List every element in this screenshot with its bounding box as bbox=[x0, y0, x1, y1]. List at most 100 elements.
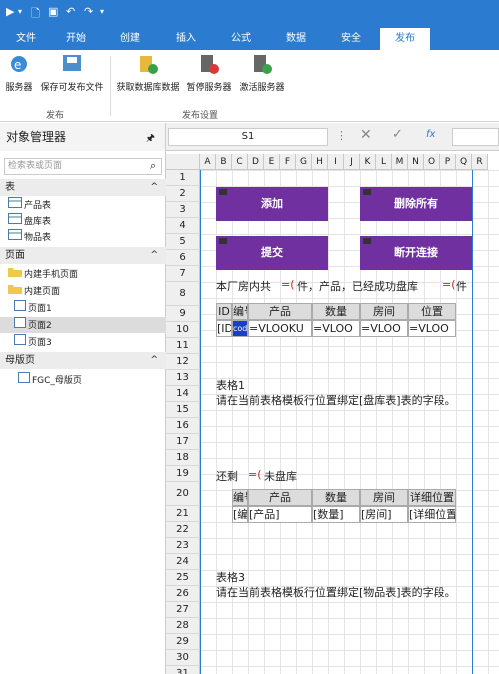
row-header[interactable]: 1 bbox=[166, 170, 200, 186]
search-input[interactable]: 检索表或页面 bbox=[4, 158, 162, 175]
row-header[interactable]: 26 bbox=[166, 586, 200, 602]
activate-server-button[interactable]: 激活服务器 bbox=[236, 52, 288, 93]
column-header[interactable]: H bbox=[312, 154, 328, 170]
page-item-2[interactable]: 页面2 bbox=[0, 317, 166, 333]
row-header[interactable]: 27 bbox=[166, 602, 200, 618]
row-header[interactable]: 31 bbox=[166, 666, 200, 674]
column-header[interactable]: R bbox=[472, 154, 488, 170]
function-icon[interactable]: fx bbox=[426, 129, 435, 140]
master-pages-section[interactable]: 母版页 ^ bbox=[0, 352, 166, 369]
row-header[interactable]: 22 bbox=[166, 522, 200, 538]
table-item-inventory[interactable]: 盘库表 bbox=[0, 213, 166, 229]
column-header[interactable]: J bbox=[344, 154, 360, 170]
table-item-product[interactable]: 产品表 bbox=[0, 197, 166, 213]
row-header[interactable]: 10 bbox=[166, 322, 200, 338]
row-header[interactable]: 24 bbox=[166, 554, 200, 570]
column-header[interactable]: O bbox=[424, 154, 440, 170]
save-publish-file-button[interactable]: 保存可发布文件 bbox=[37, 52, 107, 93]
pages-section[interactable]: 页面 ^ bbox=[0, 247, 166, 264]
column-header[interactable]: N bbox=[408, 154, 424, 170]
collapse-icon[interactable]: ^ bbox=[150, 352, 158, 369]
table2-data-cell[interactable]: [编 bbox=[232, 506, 248, 523]
table-item-goods[interactable]: 物品表 bbox=[0, 229, 166, 245]
tab-home[interactable]: 开始 bbox=[56, 28, 96, 50]
tab-insert[interactable]: 插入 bbox=[166, 28, 206, 50]
column-header[interactable]: G bbox=[296, 154, 312, 170]
pin-icon[interactable]: 🖈 bbox=[146, 131, 155, 148]
formula-input[interactable] bbox=[452, 128, 499, 146]
table2-data-cell[interactable]: [房间] bbox=[360, 506, 408, 523]
tab-data[interactable]: 数据 bbox=[276, 28, 316, 50]
table1-data-cell[interactable]: =VLOOKU bbox=[248, 320, 312, 337]
column-header[interactable]: C bbox=[232, 154, 248, 170]
delete-all-button[interactable]: 删除所有 bbox=[360, 187, 472, 221]
row-header[interactable]: 23 bbox=[166, 538, 200, 554]
spreadsheet-grid[interactable]: ABCDEFGHIJKLMNOPQR 1 2 3 4 5 6 7 8 9 10 11 12 13 14 15… bbox=[166, 154, 499, 674]
column-header[interactable]: E bbox=[264, 154, 280, 170]
collapse-icon[interactable]: ^ bbox=[150, 179, 158, 196]
column-header[interactable]: P bbox=[440, 154, 456, 170]
row-header[interactable]: 4 bbox=[166, 218, 200, 234]
run-icon[interactable]: ▶ bbox=[6, 5, 14, 18]
table2-data-cell[interactable]: [产品] bbox=[248, 506, 312, 523]
row-header[interactable]: 7 bbox=[166, 266, 200, 282]
tab-security[interactable]: 安全 bbox=[331, 28, 371, 50]
confirm-icon[interactable]: ✓ bbox=[392, 127, 403, 142]
row-header[interactable]: 16 bbox=[166, 418, 200, 434]
row-header[interactable]: 18 bbox=[166, 450, 200, 466]
row-header[interactable]: 28 bbox=[166, 618, 200, 634]
tab-formula[interactable]: 公式 bbox=[221, 28, 261, 50]
redo-icon[interactable]: ↷ bbox=[84, 5, 93, 18]
master-item[interactable]: FGC_母版页 bbox=[0, 372, 166, 388]
row-header[interactable]: 19 bbox=[166, 466, 200, 482]
customize-icon[interactable]: ▾ bbox=[100, 7, 104, 16]
fetch-db-data-button[interactable]: 获取数据库数据 bbox=[114, 52, 182, 93]
column-header[interactable]: I bbox=[328, 154, 344, 170]
row-header[interactable]: 15 bbox=[166, 402, 200, 418]
tab-publish[interactable]: 发布 bbox=[380, 28, 430, 50]
disconnect-button[interactable]: 断开连接 bbox=[360, 236, 472, 270]
page-item-builtin[interactable]: 内建页面 bbox=[0, 283, 166, 299]
column-header[interactable]: L bbox=[376, 154, 392, 170]
row-header[interactable]: 5 bbox=[166, 234, 200, 250]
table1-data-cell[interactable]: cod bbox=[232, 320, 248, 337]
row-header[interactable]: 25 bbox=[166, 570, 200, 586]
column-header[interactable]: A bbox=[200, 154, 216, 170]
row-header[interactable]: 29 bbox=[166, 634, 200, 650]
submit-button[interactable]: 提交 bbox=[216, 236, 328, 270]
pause-server-button[interactable]: 暂停服务器 bbox=[184, 52, 234, 93]
row-header[interactable]: 3 bbox=[166, 202, 200, 218]
row-header[interactable]: 30 bbox=[166, 650, 200, 666]
tables-section[interactable]: 表 ^ bbox=[0, 179, 166, 196]
undo-icon[interactable]: ↶ bbox=[66, 5, 75, 18]
table1-data-cell[interactable]: =VLOO bbox=[408, 320, 456, 337]
table2-data-cell[interactable]: [详细位置 bbox=[408, 506, 456, 523]
row-header[interactable]: 6 bbox=[166, 250, 200, 266]
row-header[interactable]: 8 bbox=[166, 282, 200, 306]
row-header[interactable]: 13 bbox=[166, 370, 200, 386]
column-header[interactable]: Q bbox=[456, 154, 472, 170]
corner-cell[interactable] bbox=[166, 154, 200, 170]
row-header[interactable]: 2 bbox=[166, 186, 200, 202]
cell-reference-box[interactable]: S1 bbox=[168, 128, 328, 146]
column-header[interactable]: B bbox=[216, 154, 232, 170]
server-button[interactable]: e 服务器 bbox=[4, 52, 34, 93]
column-header[interactable]: K bbox=[360, 154, 376, 170]
table1-data-cell[interactable]: =VLOO bbox=[360, 320, 408, 337]
page-item-1[interactable]: 页面1 bbox=[0, 300, 166, 316]
page-item-3[interactable]: 页面3 bbox=[0, 334, 166, 350]
dropdown-icon[interactable]: ▾ bbox=[18, 7, 22, 16]
tab-create[interactable]: 创建 bbox=[110, 28, 150, 50]
table1-data-cell[interactable]: [ID bbox=[216, 320, 232, 337]
column-header[interactable]: F bbox=[280, 154, 296, 170]
column-header[interactable]: D bbox=[248, 154, 264, 170]
table2-data-cell[interactable]: [数量] bbox=[312, 506, 360, 523]
row-header[interactable]: 9 bbox=[166, 306, 200, 322]
add-button[interactable]: 添加 bbox=[216, 187, 328, 221]
row-header[interactable]: 17 bbox=[166, 434, 200, 450]
row-header[interactable]: 12 bbox=[166, 354, 200, 370]
search-icon[interactable]: ⌕ bbox=[150, 159, 156, 173]
row-header[interactable]: 14 bbox=[166, 386, 200, 402]
row-header[interactable]: 21 bbox=[166, 506, 200, 522]
row-header[interactable]: 20 bbox=[166, 482, 200, 506]
